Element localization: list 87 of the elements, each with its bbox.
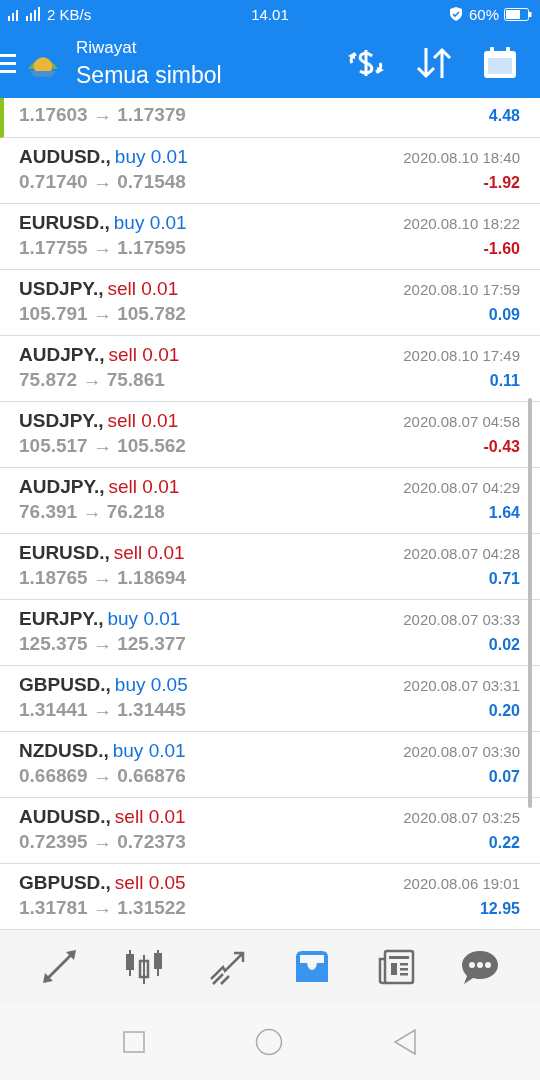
deal-type: sell 0.01 [108, 344, 180, 365]
deal-time: 2020.08.10 18:22 [403, 215, 520, 232]
symbol-name: AUDJPY., [19, 476, 105, 497]
price-range: 105.517 → 105.562 [19, 435, 186, 457]
profit-value: 0.07 [488, 768, 520, 786]
double-arrow-icon[interactable] [41, 949, 79, 985]
deal-time: 2020.08.07 03:30 [403, 743, 520, 760]
price-range: 125.375 → 125.377 [19, 633, 186, 655]
deal-type: sell 0.01 [108, 476, 180, 497]
symbol-name: EURJPY., [19, 608, 104, 629]
history-row[interactable]: USDJPY., sell 0.01 2020.08.10 17:59 105.791 → 105.782 0.09 [0, 270, 540, 336]
deal-type: sell 0.01 [107, 410, 179, 431]
history-row[interactable]: AUDJPY., sell 0.01 2020.08.10 17:49 75.872 → 75.861 0.11 [0, 336, 540, 402]
price-range: 76.391 → 76.218 [19, 501, 165, 523]
price-range: 1.31781 → 1.31522 [19, 897, 186, 919]
symbol-name: AUDUSD., [19, 146, 111, 167]
price-range: 0.72395 → 0.72373 [19, 831, 186, 853]
shield-icon [447, 6, 464, 22]
deal-time: 2020.08.07 04:29 [403, 479, 520, 496]
deal-time: 2020.08.07 03:33 [403, 611, 520, 628]
profit-value: 0.20 [488, 702, 520, 720]
price-range: 105.791 → 105.782 [19, 303, 186, 325]
deal-type: sell 0.01 [113, 542, 185, 563]
profit-value: 1.64 [488, 504, 520, 522]
symbol-name: EURUSD., [19, 212, 110, 233]
menu-icon[interactable] [0, 52, 16, 74]
price-range: 0.71740 → 0.71548 [19, 171, 186, 193]
history-row[interactable]: EURUSD., buy 0.01 2020.08.10 18:22 1.17755 → 1.17595 -1.60 [0, 204, 540, 270]
home-icon[interactable] [255, 1028, 283, 1056]
deal-type: buy 0.01 [113, 212, 187, 233]
deal-type: buy 0.01 [114, 146, 188, 167]
sort-icon[interactable] [414, 46, 454, 80]
symbol-name: NZDUSD., [19, 740, 109, 761]
deal-type: buy 0.01 [107, 608, 181, 629]
history-row[interactable]: AUDUSD., buy 0.01 2020.08.10 18:40 0.71740 → 0.71548 -1.92 [0, 138, 540, 204]
deal-time: 2020.08.07 04:58 [403, 413, 520, 430]
calendar-icon[interactable] [482, 46, 518, 80]
network-speed: 2 KB/s [47, 5, 92, 23]
price-range: 75.872 → 75.861 [19, 369, 165, 391]
deal-time: 2020.08.06 19:01 [403, 875, 520, 892]
profit-value: 0.71 [488, 570, 520, 588]
screen-title: Riwayat [76, 37, 138, 58]
profit-value: 0.09 [488, 306, 520, 324]
price-range: 1.31441 → 1.31445 [19, 699, 186, 721]
deal-time: 2020.08.10 18:40 [403, 149, 520, 166]
history-row[interactable]: AUDUSD., sell 0.01 2020.08.07 03:25 0.72395 → 0.72373 0.22 [0, 798, 540, 864]
candlestick-icon[interactable] [125, 949, 163, 985]
deal-type: sell 0.05 [114, 872, 186, 893]
price-range: 1.18765 → 1.18694 [19, 567, 186, 589]
chat-bubble-icon[interactable] [461, 949, 499, 985]
deal-time: 2020.08.07 04:28 [403, 545, 520, 562]
deal-time: 2020.08.10 17:59 [403, 281, 520, 298]
back-icon[interactable] [393, 1029, 417, 1055]
symbol-name: USDJPY., [19, 410, 104, 431]
deal-time: 2020.08.07 03:31 [403, 677, 520, 694]
profit-value: -0.43 [483, 438, 520, 456]
profit-value: 12.95 [479, 900, 520, 918]
profit-value: 4.48 [488, 107, 520, 125]
screen-subtitle[interactable]: Semua simbol [76, 61, 346, 89]
symbol-name: USDJPY., [19, 278, 104, 299]
symbol-name: EURUSD., [19, 542, 110, 563]
profit-value: 0.11 [489, 372, 520, 390]
battery-percent: 60% [468, 5, 499, 23]
price-range: 0.66869 → 0.66876 [19, 765, 186, 787]
deal-time: 2020.08.07 03:25 [403, 809, 520, 826]
deal-type: sell 0.01 [107, 278, 179, 299]
signal-icon [8, 7, 42, 21]
deal-type: buy 0.05 [114, 674, 188, 695]
price-range: 1.17755 → 1.17595 [19, 237, 186, 259]
symbol-name: AUDUSD., [19, 806, 111, 827]
deal-type: sell 0.01 [114, 806, 186, 827]
price-range: 1.17603 → 1.17379 [19, 104, 186, 126]
profit-value: -1.92 [483, 174, 520, 192]
profit-value: 0.22 [488, 834, 520, 852]
deal-type: buy 0.01 [112, 740, 186, 761]
clock: 14.01 [251, 5, 289, 23]
trend-arrow-icon[interactable] [209, 949, 247, 985]
profit-value: 0.02 [488, 636, 520, 654]
symbol-name: GBPUSD., [19, 872, 111, 893]
history-row[interactable]: 1.17603 → 1.17379 4.48 [0, 98, 540, 138]
profit-value: -1.60 [483, 240, 520, 258]
symbol-name: GBPUSD., [19, 674, 111, 695]
deal-time: 2020.08.10 17:49 [403, 347, 520, 364]
symbol-name: AUDJPY., [19, 344, 105, 365]
newspaper-icon[interactable] [377, 949, 415, 985]
inbox-icon[interactable] [293, 949, 331, 985]
battery-icon [504, 7, 532, 21]
